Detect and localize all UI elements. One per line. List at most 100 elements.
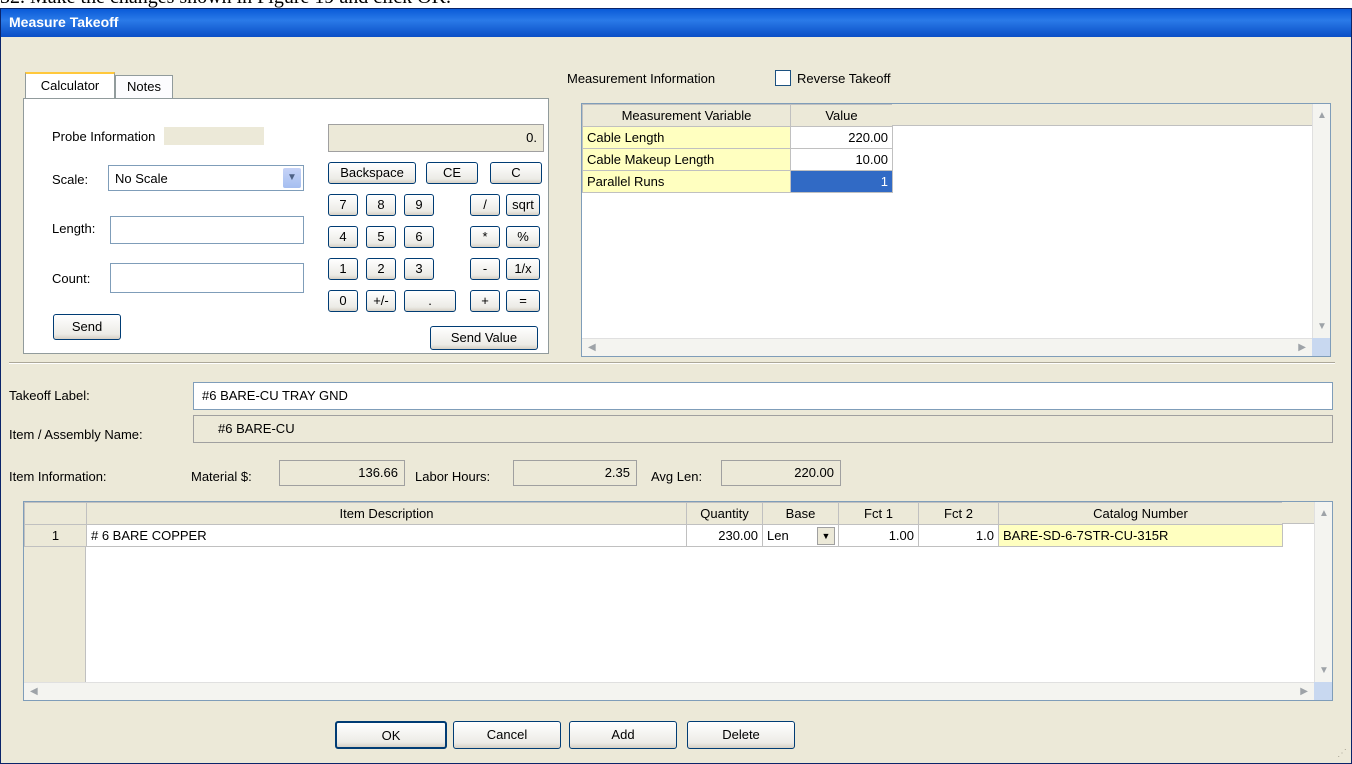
key-6[interactable]: 6 — [404, 226, 434, 248]
items-vertical-scrollbar[interactable]: ▲ ▼ — [1314, 502, 1332, 682]
key-5[interactable]: 5 — [366, 226, 396, 248]
base-value: Len — [767, 528, 789, 543]
chevron-down-icon[interactable]: ▼ — [283, 168, 301, 188]
key-negate[interactable]: +/- — [366, 290, 396, 312]
probe-info-field — [164, 127, 264, 145]
base-dropdown-icon[interactable]: ▼ — [817, 527, 835, 545]
table-row[interactable]: Parallel Runs 1 — [582, 170, 893, 193]
key-plus[interactable]: + — [470, 290, 500, 312]
send-value-button[interactable]: Send Value — [430, 326, 538, 350]
fct1-cell[interactable]: 1.00 — [838, 524, 919, 547]
value-cell[interactable]: 10.00 — [790, 148, 893, 171]
ok-button[interactable]: OK — [335, 721, 447, 749]
key-divide[interactable]: / — [470, 194, 500, 216]
item-info-caption: Item Information: — [9, 469, 107, 484]
backspace-button[interactable]: Backspace — [328, 162, 416, 184]
scroll-down-icon[interactable]: ▼ — [1319, 665, 1329, 676]
calculator-display: 0. — [328, 124, 544, 152]
value-cell-selected[interactable]: 1 — [790, 170, 893, 193]
scale-label: Scale: — [52, 172, 89, 187]
key-minus[interactable]: - — [470, 258, 500, 280]
header-value[interactable]: Value — [790, 104, 893, 127]
scroll-right-icon[interactable]: ▶ — [1300, 686, 1308, 697]
length-label: Length: — [52, 221, 96, 236]
key-reciprocal[interactable]: 1/x — [506, 258, 540, 280]
key-1[interactable]: 1 — [328, 258, 358, 280]
quantity-cell[interactable]: 230.00 — [686, 524, 763, 547]
variable-cell[interactable]: Parallel Runs — [582, 170, 791, 193]
key-7[interactable]: 7 — [328, 194, 358, 216]
tab-calculator[interactable]: Calculator — [25, 72, 115, 98]
measurement-info-title: Measurement Information — [567, 71, 716, 86]
ce-button[interactable]: CE — [426, 162, 478, 184]
base-cell[interactable]: Len ▼ — [762, 524, 839, 547]
calculator-panel: Probe Information Scale: No Scale ▼ Leng… — [23, 98, 549, 354]
items-grid: Item Description Quantity Base Fct 1 Fct… — [23, 501, 1333, 701]
row-number: 1 — [24, 524, 87, 547]
tab-notes[interactable]: Notes — [115, 75, 173, 98]
fct2-cell[interactable]: 1.0 — [918, 524, 999, 547]
header-base[interactable]: Base — [762, 502, 839, 525]
table-row[interactable]: Cable Length 220.00 — [582, 126, 893, 149]
measure-takeoff-window: Measure Takeoff Calculator Notes Probe I… — [0, 8, 1352, 764]
header-measurement-variable[interactable]: Measurement Variable — [582, 104, 791, 127]
scroll-corner — [1314, 682, 1332, 700]
item-assembly-caption: Item / Assembly Name: — [9, 427, 143, 442]
catalog-number-cell[interactable]: BARE-SD-6-7STR-CU-315R — [998, 524, 1283, 547]
send-button[interactable]: Send — [53, 314, 121, 340]
key-multiply[interactable]: * — [470, 226, 500, 248]
header-fct2[interactable]: Fct 2 — [918, 502, 999, 525]
header-item-description[interactable]: Item Description — [86, 502, 687, 525]
header-quantity[interactable]: Quantity — [686, 502, 763, 525]
key-9[interactable]: 9 — [404, 194, 434, 216]
divider — [9, 362, 1335, 364]
cancel-button[interactable]: Cancel — [453, 721, 561, 749]
items-horizontal-scrollbar[interactable]: ◀ ▶ — [24, 682, 1314, 700]
scroll-corner — [1312, 338, 1330, 356]
title-bar[interactable]: Measure Takeoff — [1, 9, 1351, 37]
key-8[interactable]: 8 — [366, 194, 396, 216]
delete-button[interactable]: Delete — [687, 721, 795, 749]
material-value: 136.66 — [279, 460, 405, 486]
count-input[interactable] — [110, 263, 304, 293]
scroll-up-icon[interactable]: ▲ — [1319, 508, 1329, 519]
avg-len-label: Avg Len: — [651, 469, 703, 484]
item-description-cell[interactable]: # 6 BARE COPPER — [86, 524, 687, 547]
header-filler — [1282, 502, 1314, 524]
measurement-table: Measurement Variable Value Cable Length … — [582, 104, 893, 193]
key-decimal[interactable]: . — [404, 290, 456, 312]
header-filler — [892, 104, 1312, 126]
scale-select[interactable]: No Scale ▼ — [108, 165, 304, 191]
takeoff-label-input[interactable]: #6 BARE-CU TRAY GND — [193, 382, 1333, 410]
avg-len-value: 220.00 — [721, 460, 841, 486]
table-row[interactable]: 1 # 6 BARE COPPER 230.00 Len ▼ 1.00 1.0 … — [24, 524, 1283, 547]
clear-button[interactable]: C — [490, 162, 542, 184]
key-equals[interactable]: = — [506, 290, 540, 312]
scroll-down-icon[interactable]: ▼ — [1317, 321, 1327, 332]
header-catalog-number[interactable]: Catalog Number — [998, 502, 1283, 525]
key-sqrt[interactable]: sqrt — [506, 194, 540, 216]
scroll-left-icon[interactable]: ◀ — [30, 686, 38, 697]
key-3[interactable]: 3 — [404, 258, 434, 280]
resize-grip-icon[interactable]: ⋰ — [1337, 748, 1347, 759]
scroll-left-icon[interactable]: ◀ — [588, 342, 596, 353]
variable-cell[interactable]: Cable Makeup Length — [582, 148, 791, 171]
vertical-scrollbar[interactable]: ▲ ▼ — [1312, 104, 1330, 338]
key-0[interactable]: 0 — [328, 290, 358, 312]
horizontal-scrollbar[interactable]: ◀ ▶ — [582, 338, 1312, 356]
length-input[interactable] — [110, 216, 304, 244]
key-percent[interactable]: % — [506, 226, 540, 248]
key-4[interactable]: 4 — [328, 226, 358, 248]
header-fct1[interactable]: Fct 1 — [838, 502, 919, 525]
reverse-takeoff-checkbox[interactable] — [775, 70, 791, 86]
count-label: Count: — [52, 271, 91, 286]
table-row[interactable]: Cable Makeup Length 10.00 — [582, 148, 893, 171]
add-button[interactable]: Add — [569, 721, 677, 749]
labor-hours-value: 2.35 — [513, 460, 637, 486]
value-cell[interactable]: 220.00 — [790, 126, 893, 149]
scroll-up-icon[interactable]: ▲ — [1317, 110, 1327, 121]
scroll-right-icon[interactable]: ▶ — [1298, 342, 1306, 353]
key-2[interactable]: 2 — [366, 258, 396, 280]
probe-info-label: Probe Information — [52, 129, 156, 144]
variable-cell[interactable]: Cable Length — [582, 126, 791, 149]
